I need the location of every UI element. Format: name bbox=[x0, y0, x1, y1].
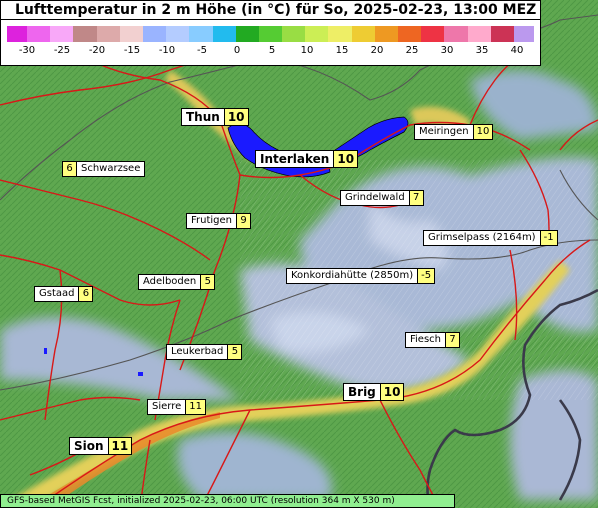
legend-color-swatch bbox=[351, 26, 376, 42]
location-temperature: 10 bbox=[473, 124, 494, 140]
legend-color-swatch bbox=[73, 26, 98, 42]
legend-tick: 10 bbox=[300, 45, 314, 56]
legend-color-swatch bbox=[282, 26, 306, 42]
location-temperature: 10 bbox=[380, 383, 405, 401]
legend-color-swatch bbox=[444, 26, 469, 42]
legend-color-swatch bbox=[374, 26, 399, 42]
legend-color-swatch bbox=[27, 26, 51, 42]
location-name: Sion bbox=[69, 437, 109, 455]
location-sion: Sion 11 bbox=[69, 437, 133, 455]
legend-color-swatch bbox=[96, 26, 121, 42]
location-name: Brig bbox=[343, 383, 381, 401]
legend-tick: 20 bbox=[370, 45, 384, 56]
map-title: Lufttemperatur in 2 m Höhe (in °C) für S… bbox=[0, 0, 541, 20]
location-grimselpass: Grimselpass (2164m) -1 bbox=[423, 230, 558, 246]
location-name: Adelboden bbox=[138, 274, 202, 290]
lake-small-2 bbox=[138, 372, 143, 376]
location-temperature: 6 bbox=[79, 286, 94, 302]
location-temperature: 5 bbox=[228, 344, 243, 360]
location-temperature: -5 bbox=[418, 268, 436, 284]
location-name: Gstaad bbox=[34, 286, 80, 302]
location-temperature: 11 bbox=[108, 437, 133, 455]
legend-color-swatch bbox=[421, 26, 445, 42]
location-schwarzsee: 6 Schwarzsee bbox=[62, 161, 146, 177]
legend-color-swatch bbox=[258, 26, 283, 42]
location-sierre: Sierre 11 bbox=[147, 399, 206, 415]
legend-color-swatch bbox=[490, 26, 515, 42]
legend-color-swatch bbox=[189, 26, 214, 42]
legend-tick: 0 bbox=[233, 45, 241, 56]
legend-color-bar bbox=[7, 26, 534, 42]
location-brig: Brig 10 bbox=[343, 383, 405, 401]
legend-color-swatch bbox=[235, 26, 260, 42]
legend-tick: -25 bbox=[53, 45, 71, 56]
location-name: Schwarzsee bbox=[76, 161, 146, 177]
legend-tick: -5 bbox=[197, 45, 207, 56]
forecast-source-footer: GFS-based MetGIS Fcst, initialized 2025-… bbox=[0, 494, 455, 508]
legend-tick: 15 bbox=[335, 45, 349, 56]
legend-color-swatch bbox=[166, 26, 190, 42]
location-temperature: 10 bbox=[334, 150, 359, 168]
location-name: Sierre bbox=[147, 399, 187, 415]
legend-color-swatch bbox=[212, 26, 237, 42]
location-name: Frutigen bbox=[186, 213, 238, 229]
legend-tick: 30 bbox=[440, 45, 454, 56]
legend-color-swatch bbox=[50, 26, 74, 42]
location-name: Konkordiahütte (2850m) bbox=[286, 268, 419, 284]
location-interlaken: Interlaken 10 bbox=[255, 150, 359, 168]
location-temperature: -1 bbox=[540, 230, 558, 246]
legend-color-swatch bbox=[467, 26, 492, 42]
legend-tick: 35 bbox=[475, 45, 489, 56]
location-leukerbad: Leukerbad 5 bbox=[166, 344, 243, 360]
legend-tick: 25 bbox=[405, 45, 419, 56]
location-meiringen: Meiringen 10 bbox=[414, 124, 494, 140]
location-name: Grindelwald bbox=[340, 190, 410, 206]
location-frutigen: Frutigen 9 bbox=[186, 213, 252, 229]
legend-color-swatch bbox=[328, 26, 353, 42]
location-thun: Thun 10 bbox=[181, 108, 249, 126]
legend-color-swatch bbox=[398, 26, 422, 42]
legend-color-swatch bbox=[119, 26, 144, 42]
location-fiesch: Fiesch 7 bbox=[405, 332, 461, 348]
location-adelboden: Adelboden 5 bbox=[138, 274, 216, 290]
location-name: Meiringen bbox=[414, 124, 474, 140]
location-gstaad: Gstaad 6 bbox=[34, 286, 94, 302]
lake-small bbox=[44, 348, 47, 354]
legend-tick: -15 bbox=[123, 45, 141, 56]
location-temperature: 10 bbox=[224, 108, 249, 126]
location-name: Grimselpass (2164m) bbox=[423, 230, 541, 246]
location-temperature: 7 bbox=[409, 190, 424, 206]
location-temperature: 7 bbox=[446, 332, 461, 348]
legend-tick: -20 bbox=[88, 45, 106, 56]
legend-tick-labels: -30 -25 -20 -15 -10 -5 0 5 10 15 20 25 3… bbox=[1, 45, 542, 59]
location-name: Fiesch bbox=[405, 332, 447, 348]
legend-color-swatch bbox=[305, 26, 329, 42]
location-name: Interlaken bbox=[255, 150, 335, 168]
legend-tick: -10 bbox=[158, 45, 176, 56]
terrain-map bbox=[0, 0, 598, 508]
legend-tick: 40 bbox=[510, 45, 524, 56]
legend-color-swatch bbox=[142, 26, 167, 42]
location-temperature: 5 bbox=[201, 274, 216, 290]
legend-tick: -30 bbox=[18, 45, 36, 56]
temperature-legend: -30 -25 -20 -15 -10 -5 0 5 10 15 20 25 3… bbox=[0, 20, 541, 66]
location-temperature: 11 bbox=[186, 399, 206, 415]
location-name: Thun bbox=[181, 108, 225, 126]
legend-color-swatch bbox=[7, 26, 27, 42]
location-name: Leukerbad bbox=[166, 344, 229, 360]
location-temperature: 9 bbox=[237, 213, 252, 229]
location-konkordiahuette: Konkordiahütte (2850m) -5 bbox=[286, 268, 436, 284]
location-grindelwald: Grindelwald 7 bbox=[340, 190, 424, 206]
legend-color-swatch bbox=[514, 26, 534, 42]
location-temperature: 6 bbox=[62, 161, 76, 177]
legend-tick: 5 bbox=[268, 45, 276, 56]
